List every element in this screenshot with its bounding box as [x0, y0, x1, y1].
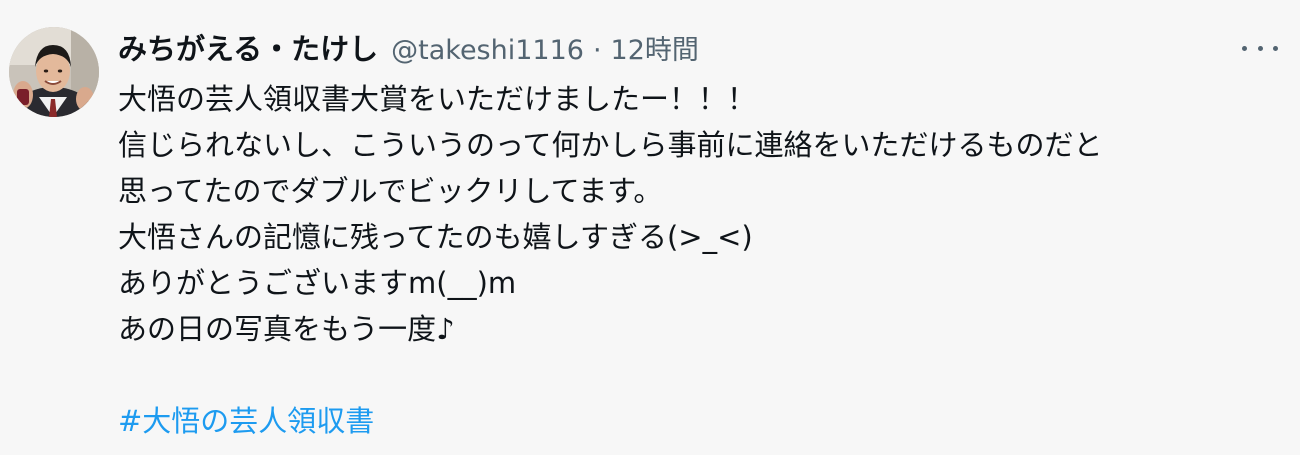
tweet-line: あの日の写真をもう一度♪: [118, 312, 455, 346]
display-name[interactable]: みちがえる・たけし: [118, 26, 378, 68]
more-dot: [1273, 45, 1278, 51]
user-handle[interactable]: @takeshi1116: [391, 35, 584, 66]
tweet-line: 大悟さんの記憶に残ってたのも嬉しすぎる(>_<): [118, 220, 753, 254]
tweet-content: みちがえる・たけし @takeshi1116 · 12時間 大悟の芸人領収書大賞…: [118, 26, 1268, 444]
profile-photo-icon: [9, 27, 99, 117]
hashtag-link[interactable]: #大悟の芸人領収書: [118, 398, 1268, 444]
tweet-line: 信じられないし、こういうのって何かしら事前に連絡をいただけるものだと: [118, 128, 1103, 162]
tweet-text: 大悟の芸人領収書大賞をいただけましたー！！！ 信じられないし、こういうのって何か…: [118, 76, 1268, 444]
timestamp[interactable]: 12時間: [611, 28, 699, 67]
tweet-line: 大悟の芸人領収書大賞をいただけましたー！！！: [118, 82, 757, 116]
avatar[interactable]: [9, 27, 99, 117]
tweet-header: みちがえる・たけし @takeshi1116 · 12時間: [118, 26, 1268, 74]
tweet-line: 思ってたのでダブルでビックリしてます。: [118, 174, 663, 208]
separator-dot: ·: [592, 35, 602, 66]
more-horizontal-icon[interactable]: [1242, 38, 1278, 58]
tweet-card: みちがえる・たけし @takeshi1116 · 12時間 大悟の芸人領収書大賞…: [0, 0, 1300, 455]
tweet-line: ありがとうございますm(__)m: [118, 266, 517, 300]
more-dot: [1257, 45, 1263, 51]
more-dot: [1242, 45, 1247, 51]
